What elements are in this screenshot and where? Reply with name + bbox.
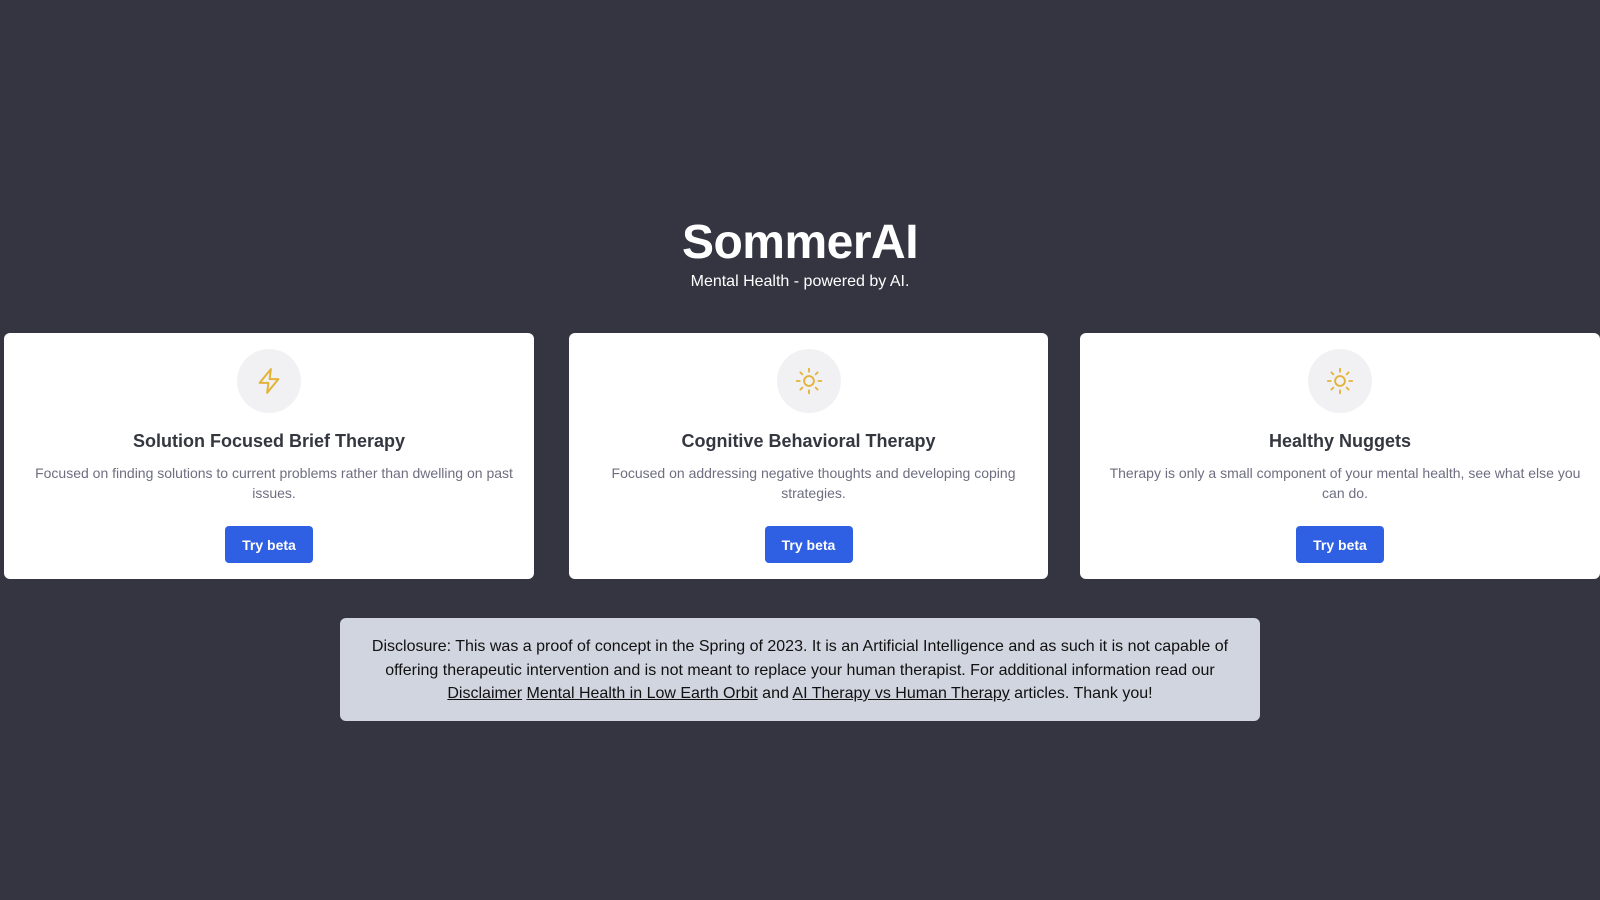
card-title: Healthy Nuggets — [1268, 431, 1412, 451]
disclosure-and-text: and — [757, 685, 793, 702]
card-title: Cognitive Behavioral Therapy — [681, 431, 936, 451]
app-subtitle: Mental Health - powered by AI. — [690, 273, 910, 290]
card-description: Focused on finding solutions to current … — [35, 465, 513, 501]
try-beta-button[interactable]: Try beta — [764, 526, 853, 563]
card-cognitive-behavioral: Cognitive Behavioral Therapy Focused on … — [569, 333, 1048, 579]
card-healthy-nuggets: Healthy Nuggets Therapy is only a small … — [1080, 333, 1600, 579]
card-description: Therapy is only a small component of you… — [1109, 465, 1581, 501]
card-description: Focused on addressing negative thoughts … — [611, 465, 1016, 501]
disclaimer-link[interactable]: Disclaimer — [447, 685, 522, 702]
disclosure-closing-text: articles. Thank you! — [1009, 685, 1153, 702]
page: SommerAI Mental Health - powered by AI. … — [0, 0, 1600, 900]
disclosure-box: Disclosure: This was a proof of concept … — [340, 618, 1260, 721]
sun-icon — [776, 349, 841, 413]
try-beta-button[interactable]: Try beta — [225, 526, 313, 563]
sun-icon — [1308, 349, 1372, 413]
card-title: Solution Focused Brief Therapy — [132, 431, 406, 451]
app-title: SommerAI — [681, 216, 919, 269]
card-solution-focused: Solution Focused Brief Therapy Focused o… — [4, 333, 534, 579]
mental-health-low-earth-orbit-link[interactable]: Mental Health in Low Earth Orbit — [527, 685, 758, 702]
lightning-bolt-icon — [237, 349, 301, 413]
ai-therapy-vs-human-therapy-link[interactable]: AI Therapy vs Human Therapy — [792, 685, 1009, 702]
try-beta-button[interactable]: Try beta — [1296, 526, 1384, 563]
disclosure-text: Disclosure: This was a proof of concept … — [371, 638, 1229, 679]
